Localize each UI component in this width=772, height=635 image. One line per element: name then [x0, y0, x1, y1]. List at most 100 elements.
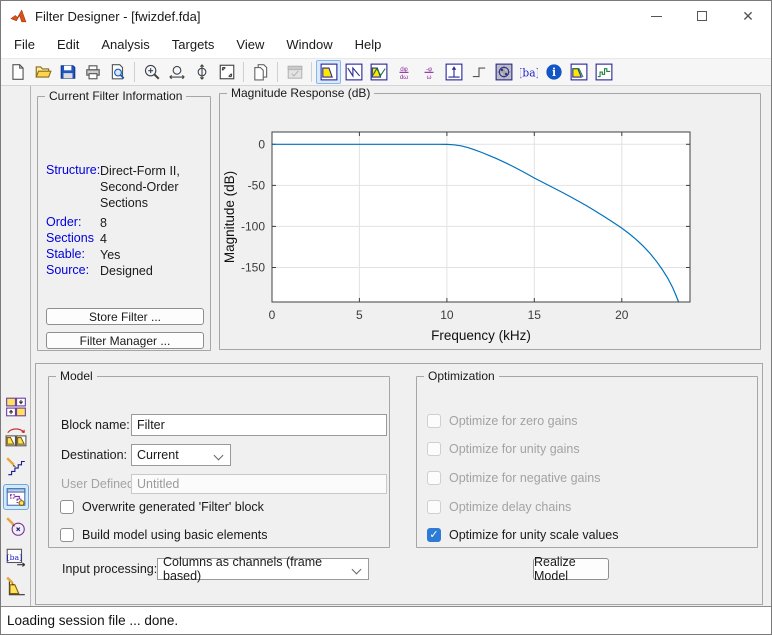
optimize-unity-scale-row[interactable]: Optimize for unity scale values	[427, 527, 619, 543]
optimize-negative-gains-row[interactable]: Optimize for negative gains	[427, 470, 600, 486]
create-multirate-filter-button[interactable]	[3, 394, 29, 420]
round-off-noise-button[interactable]	[591, 60, 616, 84]
source-label: Source:	[46, 263, 89, 277]
impulse-response-button[interactable]	[441, 60, 466, 84]
filter-information-button[interactable]: i	[541, 60, 566, 84]
overwrite-checkbox-row[interactable]: Overwrite generated 'Filter' block	[60, 499, 264, 515]
menu-file[interactable]: File	[3, 33, 46, 56]
copy-button[interactable]	[248, 60, 273, 84]
svg-text:[ba]: [ba]	[520, 67, 538, 80]
toolbar-separator	[311, 62, 312, 82]
zoom-y-button[interactable]	[189, 60, 214, 84]
optimize-negative-gains-checkbox[interactable]	[427, 471, 441, 485]
save-icon	[59, 63, 77, 81]
filter-coefficients-button[interactable]: [ba]	[516, 60, 541, 84]
group-delay-button[interactable]: dφdω	[391, 60, 416, 84]
close-button[interactable]: ✕	[725, 1, 771, 31]
optimize-delay-chains-row[interactable]: Optimize delay chains	[427, 499, 571, 515]
optimize-unity-gains-checkbox[interactable]	[427, 442, 441, 456]
step-response-icon	[470, 63, 488, 81]
build-basic-checkbox-row[interactable]: Build model using basic elements	[60, 527, 268, 543]
destination-dropdown[interactable]: Current	[131, 444, 231, 466]
pole-zero-plot-icon	[495, 63, 513, 81]
svg-text:0: 0	[269, 308, 276, 322]
optimize-delay-chains-label: Optimize delay chains	[449, 500, 571, 514]
phase-delay-button[interactable]: -φω	[416, 60, 441, 84]
build-basic-checkbox-label: Build model using basic elements	[82, 528, 268, 542]
new-session-button[interactable]	[5, 60, 30, 84]
zoom-in-icon	[143, 63, 161, 81]
overwrite-checkbox-label: Overwrite generated 'Filter' block	[82, 500, 264, 514]
full-view-button[interactable]	[214, 60, 239, 84]
design-filter-icon	[5, 576, 27, 598]
toolbar: dφdω -φω [ba] i	[1, 58, 771, 86]
optimization-group: Optimization Optimize for zero gains Opt…	[416, 376, 758, 548]
window-title: Filter Designer - [fwizdef.fda]	[35, 9, 200, 24]
phase-response-button[interactable]	[341, 60, 366, 84]
realize-model-button[interactable]: Realize Model	[533, 558, 609, 580]
optimize-unity-scale-checkbox[interactable]	[427, 528, 441, 542]
step-response-button[interactable]	[466, 60, 491, 84]
store-filter-button[interactable]: Store Filter ...	[46, 308, 204, 325]
svg-text:i: i	[551, 66, 555, 79]
pole-zero-editor-icon	[5, 516, 27, 538]
input-processing-value: Columns as channels (frame based)	[163, 555, 348, 583]
maximize-icon	[697, 11, 707, 21]
magnitude-response-plot[interactable]: 051015200-50-100-150Frequency (kHz)Magni…	[220, 106, 760, 346]
open-session-button[interactable]	[30, 60, 55, 84]
print-preview-icon	[109, 63, 127, 81]
filter-manager-button[interactable]: Filter Manager ...	[46, 332, 204, 349]
stable-value: Yes	[100, 247, 120, 263]
import-filter-button[interactable]: [ba]	[3, 544, 29, 570]
pole-zero-editor-button[interactable]	[3, 514, 29, 540]
design-filter-button[interactable]	[3, 574, 29, 600]
magnitude-and-phase-button[interactable]	[366, 60, 391, 84]
minimize-button[interactable]	[633, 1, 679, 31]
print-preview-button[interactable]	[105, 60, 130, 84]
input-processing-dropdown[interactable]: Columns as channels (frame based)	[157, 558, 369, 580]
svg-text:[ba]: [ba]	[7, 553, 23, 562]
block-name-input[interactable]: Filter	[131, 414, 387, 436]
print-button[interactable]	[80, 60, 105, 84]
magnitude-response-button[interactable]	[316, 60, 341, 84]
import-filter-icon: [ba]	[5, 546, 27, 568]
side-rail: [ba]	[1, 86, 31, 608]
magnitude-response-title: Magnitude Response (dB)	[227, 86, 374, 100]
transform-filter-icon	[5, 426, 27, 448]
optimize-unity-gains-row[interactable]: Optimize for unity gains	[427, 441, 580, 457]
block-name-label: Block name:	[61, 418, 130, 432]
model-group-title: Model	[56, 369, 97, 383]
close-icon: ✕	[742, 9, 754, 23]
magnitude-response-estimate-button[interactable]	[566, 60, 591, 84]
overwrite-checkbox[interactable]	[60, 500, 74, 514]
user-defined-input[interactable]: Untitled	[131, 474, 387, 494]
optimize-zero-gains-checkbox[interactable]	[427, 414, 441, 428]
status-bar: Loading session file ... done.	[1, 606, 771, 634]
menu-view[interactable]: View	[225, 33, 275, 56]
optimize-zero-gains-row[interactable]: Optimize for zero gains	[427, 413, 578, 429]
magnitude-response-icon	[320, 63, 338, 81]
order-label: Order:	[46, 215, 81, 229]
zoom-in-button[interactable]	[139, 60, 164, 84]
structure-value: Direct-Form II, Second-Order Sections	[100, 163, 180, 211]
toolbar-separator	[134, 62, 135, 82]
print-to-figure-button[interactable]	[282, 60, 307, 84]
menu-edit[interactable]: Edit	[46, 33, 90, 56]
transform-filter-button[interactable]	[3, 424, 29, 450]
zoom-x-button[interactable]	[164, 60, 189, 84]
multirate-filter-icon	[5, 396, 27, 418]
menu-window[interactable]: Window	[275, 33, 343, 56]
maximize-button[interactable]	[679, 1, 725, 31]
save-session-button[interactable]	[55, 60, 80, 84]
group-delay-icon: dφdω	[395, 63, 413, 81]
realize-model-rail-button[interactable]	[3, 484, 29, 510]
set-quantization-button[interactable]	[3, 454, 29, 480]
build-basic-checkbox[interactable]	[60, 528, 74, 542]
main-content: [ba] Current Filter Information Structur…	[1, 86, 771, 608]
menu-help[interactable]: Help	[344, 33, 393, 56]
pole-zero-plot-button[interactable]	[491, 60, 516, 84]
menu-targets[interactable]: Targets	[161, 33, 226, 56]
stable-label: Stable:	[46, 247, 85, 261]
optimize-delay-chains-checkbox[interactable]	[427, 500, 441, 514]
menu-analysis[interactable]: Analysis	[90, 33, 160, 56]
